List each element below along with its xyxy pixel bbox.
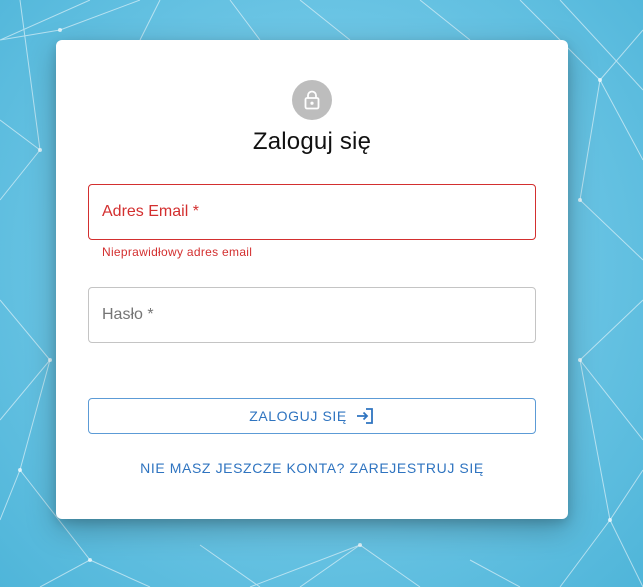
lock-icon: [304, 90, 320, 110]
login-card: Zaloguj się Adres Email * Nieprawidłowy …: [56, 40, 568, 519]
password-input[interactable]: [89, 288, 535, 342]
avatar: [292, 80, 332, 120]
register-link[interactable]: NIE MASZ JESZCZE KONTA? ZAREJESTRUJ SIĘ: [56, 460, 568, 476]
page-title: Zaloguj się: [252, 128, 372, 155]
login-button[interactable]: ZALOGUJ SIĘ: [88, 398, 536, 434]
email-field[interactable]: Adres Email *: [88, 184, 536, 240]
login-button-label: ZALOGUJ SIĘ: [249, 408, 347, 424]
login-icon: [356, 408, 373, 424]
email-error-text: Nieprawidłowy adres email: [102, 245, 253, 259]
email-input[interactable]: [89, 185, 535, 239]
password-field[interactable]: Hasło *: [88, 287, 536, 343]
